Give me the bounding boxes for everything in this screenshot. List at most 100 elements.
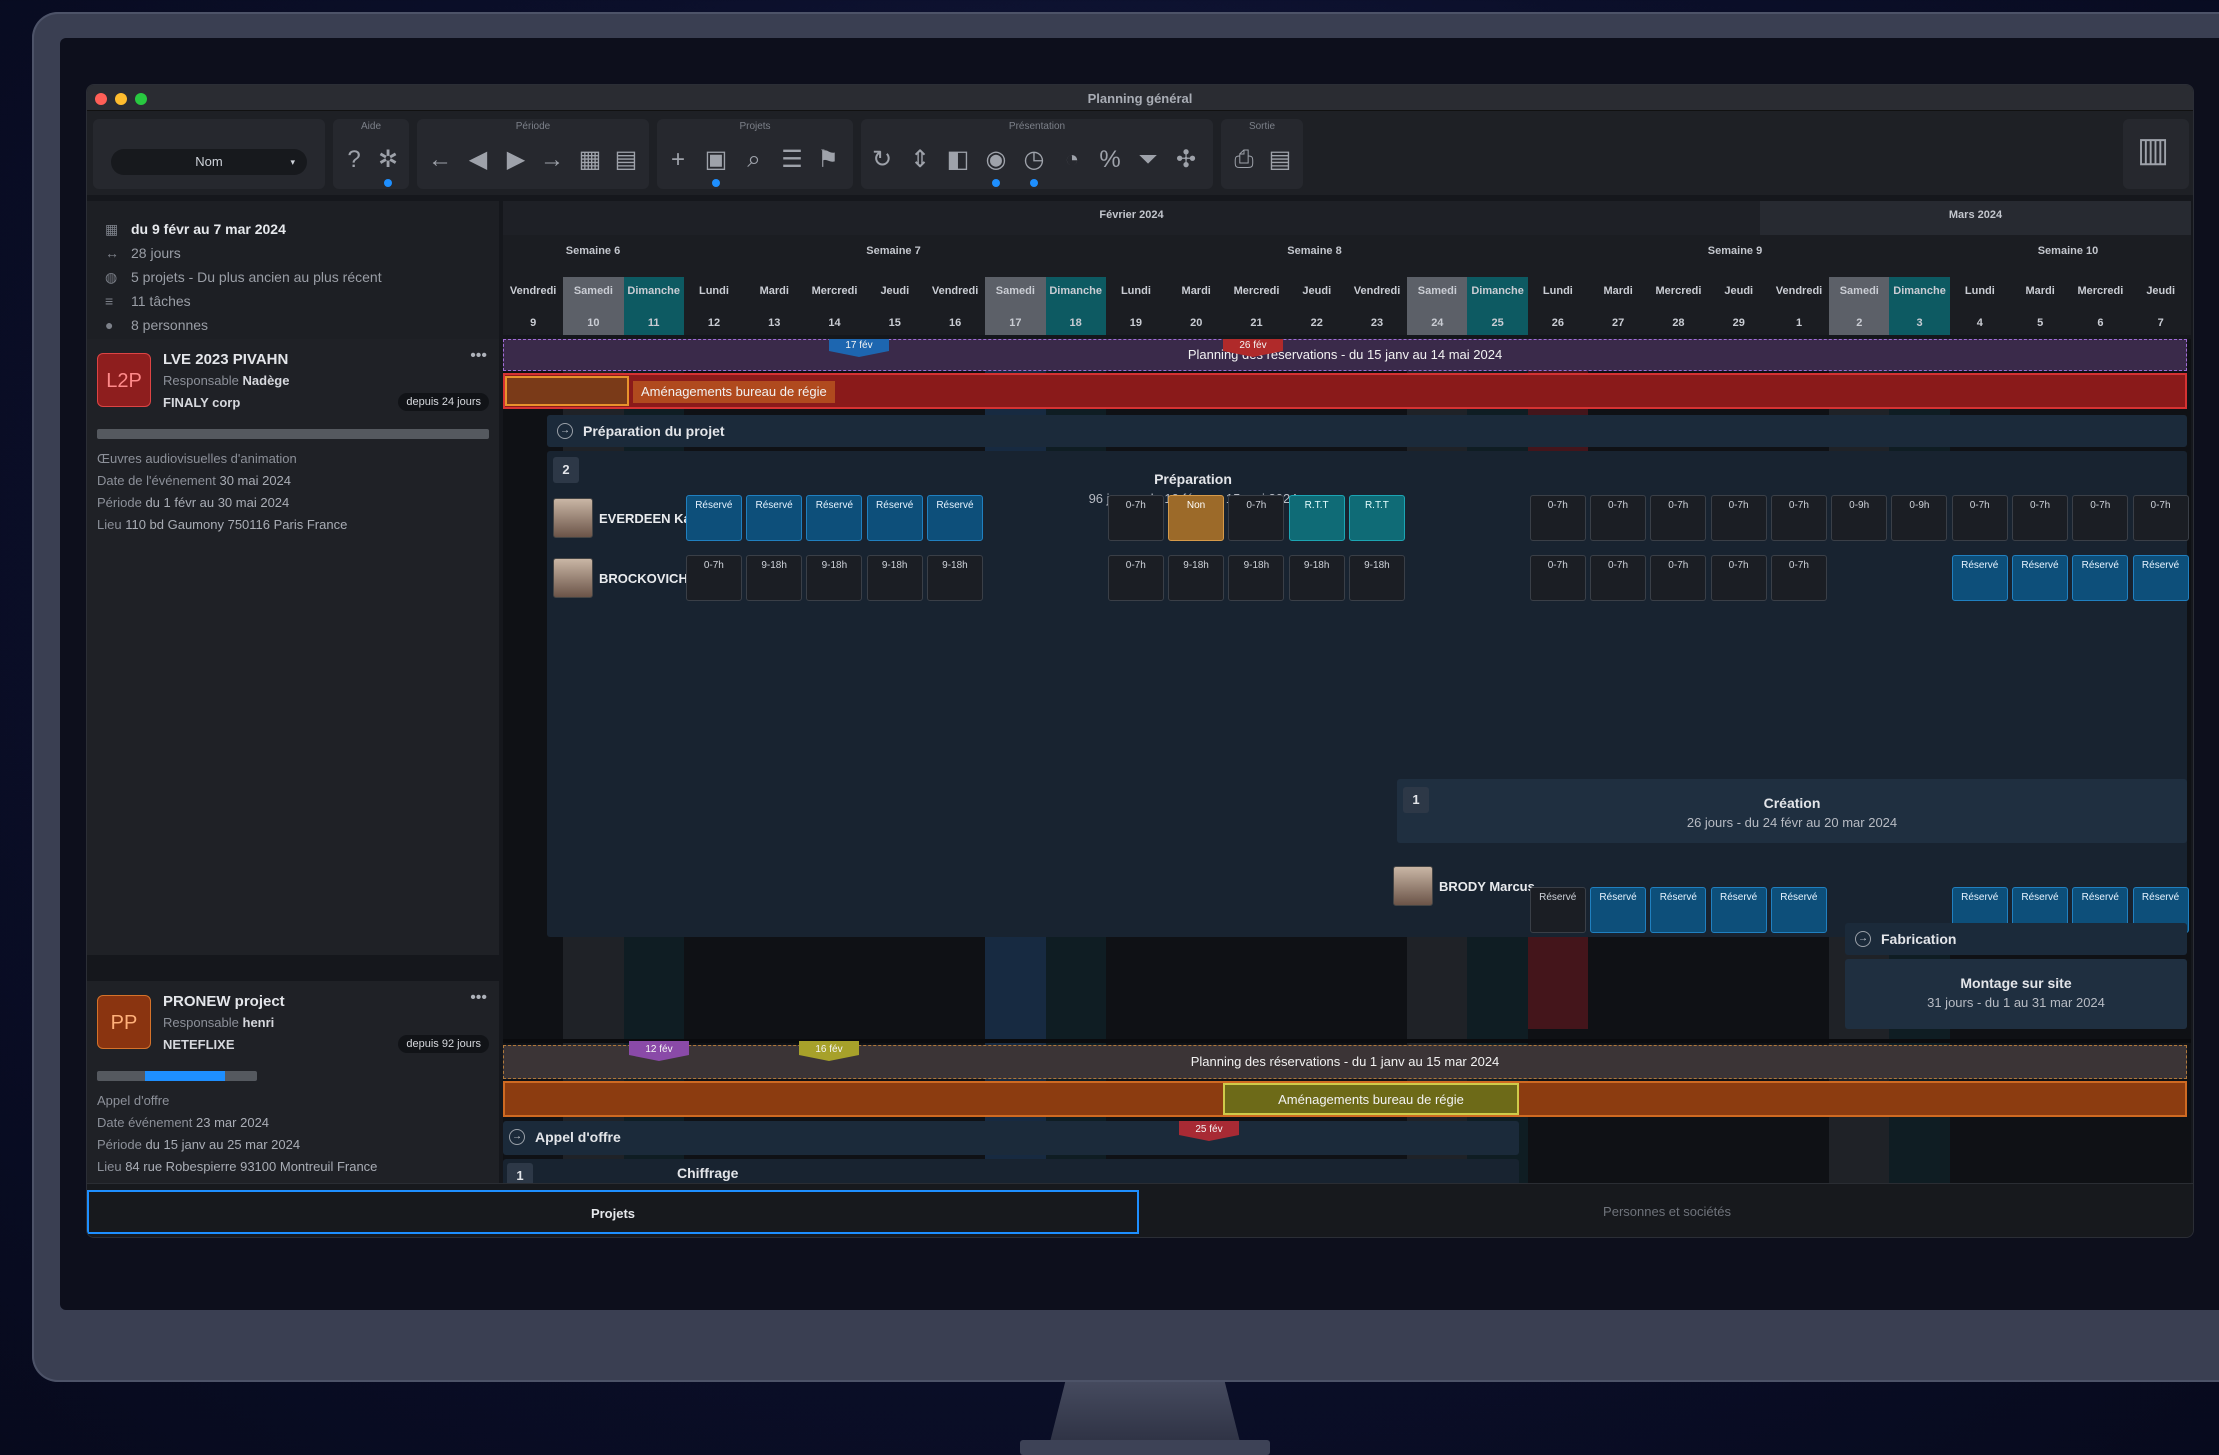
day-column[interactable]: Lundi 4 (1950, 277, 2010, 335)
print-icon[interactable]: ⎙ (1229, 145, 1259, 175)
clock-icon[interactable]: ◷ (1019, 145, 1049, 175)
selected-slot[interactable] (505, 376, 629, 406)
day-column[interactable]: Mardi 20 (1166, 277, 1226, 335)
day-column[interactable]: Samedi 17 (985, 277, 1046, 335)
day-column[interactable]: Vendredi 16 (925, 277, 985, 335)
expand-icon[interactable]: → (509, 1129, 525, 1145)
availability-cell[interactable]: Réservé (806, 495, 863, 541)
previous-icon[interactable]: ◀ (463, 145, 493, 175)
expand-icon[interactable]: → (1855, 931, 1871, 947)
day-column[interactable]: Mercredi 14 (804, 277, 864, 335)
availability-cell[interactable]: Réservé (2072, 555, 2129, 601)
help-icon[interactable]: ? (339, 145, 369, 175)
day-column[interactable]: Dimanche 25 (1467, 277, 1528, 335)
tab-projects[interactable]: Projets (87, 1190, 1139, 1234)
availability-cell[interactable]: Réservé (1951, 555, 2008, 601)
availability-cell[interactable]: 9-18h (746, 555, 803, 601)
availability-cell[interactable]: 0-7h (1951, 495, 2008, 541)
tender-section[interactable] (503, 1121, 1519, 1155)
arrow-right-icon[interactable]: → (537, 145, 567, 175)
search-icon[interactable]: ⌕ (739, 145, 769, 175)
day-column[interactable]: Samedi 10 (563, 277, 624, 335)
filter-icon[interactable]: ⏷ (1133, 145, 1163, 175)
day-column[interactable]: Mardi 27 (1588, 277, 1648, 335)
availability-cell[interactable]: 9-18h (926, 555, 983, 601)
list-icon[interactable]: ☰ (777, 145, 807, 175)
availability-cell[interactable]: Réservé (1710, 887, 1767, 933)
day-column[interactable]: Lundi 26 (1528, 277, 1588, 335)
add-icon[interactable]: + (663, 145, 693, 175)
day-column[interactable]: Jeudi 7 (2131, 277, 2191, 335)
availability-cell[interactable]: 0-7h (1770, 495, 1827, 541)
availability-cell[interactable]: Réservé (1650, 887, 1707, 933)
availability-cell[interactable]: 9-18h (1228, 555, 1285, 601)
day-column[interactable]: Jeudi 29 (1709, 277, 1769, 335)
arrow-left-icon[interactable]: ← (425, 145, 455, 175)
day-column[interactable]: Vendredi 23 (1347, 277, 1407, 335)
next-icon[interactable]: ▶ (501, 145, 531, 175)
booking-bar-1[interactable]: Planning des réservations - du 15 janv a… (503, 339, 2187, 371)
creation-task[interactable] (1397, 779, 2187, 843)
availability-cell[interactable]: 9-18h (1288, 555, 1345, 601)
pie-icon[interactable]: ◔ (1057, 145, 1087, 175)
availability-cell[interactable]: Réservé (1529, 887, 1586, 933)
day-column[interactable]: Lundi 19 (1106, 277, 1166, 335)
day-column[interactable]: Jeudi 15 (865, 277, 925, 335)
availability-cell[interactable]: R.T.T (1348, 495, 1405, 541)
prep-project-section[interactable] (547, 415, 2187, 447)
availability-cell[interactable]: 0-7h (2132, 495, 2189, 541)
project-card-2[interactable]: PP PRONEW project Responsable henri NETE… (87, 981, 499, 1183)
availability-cell[interactable]: 0-7h (1107, 495, 1164, 541)
day-column[interactable]: Mercredi 21 (1226, 277, 1286, 335)
pointer-icon[interactable]: ✲ (373, 145, 403, 175)
montage-task[interactable] (1845, 959, 2187, 1029)
availability-cell[interactable]: Réservé (1770, 887, 1827, 933)
availability-cell[interactable]: R.T.T (1288, 495, 1345, 541)
refresh-icon[interactable]: ↻ (867, 145, 897, 175)
fitout-bar-1[interactable]: Aménagements bureau de régie (633, 381, 835, 403)
day-column[interactable]: Mercredi 28 (1648, 277, 1708, 335)
availability-cell[interactable]: Réservé (2012, 555, 2068, 601)
expand-icon[interactable]: → (557, 423, 573, 439)
day-column[interactable]: Lundi 12 (684, 277, 744, 335)
availability-cell[interactable]: 0-7h (2012, 495, 2068, 541)
availability-cell[interactable]: Réservé (1590, 887, 1647, 933)
availability-cell[interactable]: 0-7h (1228, 495, 1285, 541)
availability-cell[interactable]: 0-7h (1529, 555, 1586, 601)
day-column[interactable]: Jeudi 22 (1287, 277, 1347, 335)
calendar-range-icon[interactable]: ▤ (611, 145, 641, 175)
availability-cell[interactable]: 0-7h (1529, 495, 1586, 541)
day-column[interactable]: Mardi 5 (2010, 277, 2070, 335)
day-column[interactable]: Vendredi 9 (503, 277, 563, 335)
availability-cell[interactable]: 0-7h (685, 555, 742, 601)
fitout-bar-2[interactable]: Aménagements bureau de régie (1223, 1083, 1519, 1115)
availability-cell[interactable]: 9-18h (1348, 555, 1405, 601)
availability-cell[interactable]: Réservé (746, 495, 803, 541)
compress-icon[interactable]: ✣ (1171, 145, 1201, 175)
tab-people[interactable]: Personnes et sociétés (1143, 1190, 2191, 1234)
day-column[interactable]: Dimanche 11 (623, 277, 684, 335)
availability-cell[interactable]: 9-18h (806, 555, 863, 601)
project-card-1[interactable]: L2P LVE 2023 PIVAHN Responsable Nadège F… (87, 339, 499, 955)
availability-cell[interactable]: Non (1168, 495, 1225, 541)
availability-cell[interactable]: 0-7h (1650, 555, 1707, 601)
day-column[interactable]: Samedi 2 (1829, 277, 1890, 335)
availability-cell[interactable]: 0-7h (1590, 555, 1647, 601)
day-column[interactable]: Dimanche 3 (1889, 277, 1950, 335)
day-column[interactable]: Samedi 24 (1407, 277, 1468, 335)
day-column[interactable]: Mercredi 6 (2070, 277, 2130, 335)
person-brody[interactable]: BRODY Marcus (1393, 863, 1535, 909)
availability-cell[interactable]: 0-7h (1590, 495, 1647, 541)
availability-cell[interactable]: Réservé (2132, 555, 2189, 601)
chiffrage-task[interactable] (503, 1159, 1519, 1183)
toggle-icon[interactable]: ◧ (943, 145, 973, 175)
day-column[interactable]: Mardi 13 (744, 277, 804, 335)
percent-icon[interactable]: % (1095, 145, 1125, 175)
more-options-icon[interactable]: ••• (470, 347, 487, 365)
booking-bar-2[interactable]: Planning des réservations - du 1 janv au… (503, 1045, 2187, 1079)
availability-cell[interactable]: 0-7h (1107, 555, 1164, 601)
lock-icon[interactable]: ▣ (701, 145, 731, 175)
map-icon[interactable]: ▥ (2137, 133, 2169, 167)
availability-cell[interactable]: 0-7h (1710, 495, 1767, 541)
more-options-icon[interactable]: ••• (470, 989, 487, 1007)
